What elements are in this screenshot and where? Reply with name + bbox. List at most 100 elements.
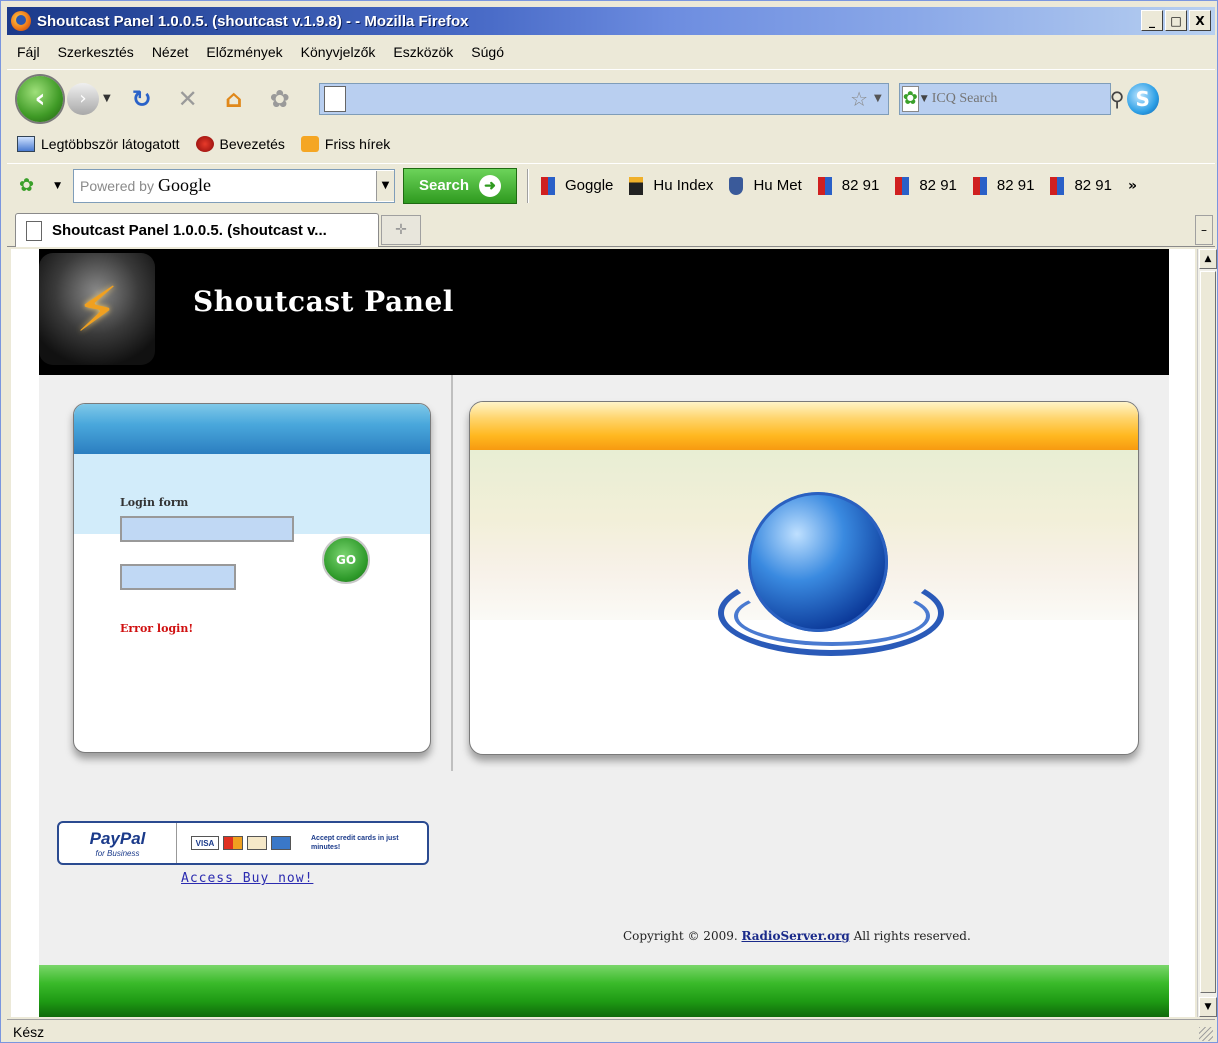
arrow-right-icon: ➜ bbox=[479, 174, 502, 197]
reload-icon[interactable]: ↻ bbox=[127, 84, 157, 114]
bookmark-icon bbox=[895, 176, 910, 195]
most-visited-icon bbox=[17, 136, 35, 152]
scroll-up-arrow-icon[interactable]: ▲ bbox=[1199, 249, 1217, 269]
bookmark-icon bbox=[541, 176, 556, 195]
toolbar-link-8291-1[interactable]: 82 91 bbox=[817, 176, 879, 195]
toolbar-link-goggle[interactable]: Goggle bbox=[541, 176, 613, 195]
shoutcast-logo: ⚡ bbox=[39, 253, 155, 365]
copyright-notice: Copyright © 2009. RadioServer.org All ri… bbox=[623, 929, 971, 943]
resize-grip-icon[interactable] bbox=[1199, 1027, 1213, 1041]
close-button[interactable]: X bbox=[1189, 10, 1211, 31]
toolbar-link-label: 82 91 bbox=[996, 177, 1035, 194]
page-viewport: ⚡ Shoutcast Panel Login form GO Error lo… bbox=[11, 249, 1195, 1017]
buy-now-link[interactable]: Access Buy now! bbox=[181, 871, 313, 886]
toolbar-link-label: Hu Index bbox=[653, 177, 714, 194]
url-dropdown-icon[interactable]: ▼ bbox=[874, 93, 882, 104]
bookmark-most-visited[interactable]: Legtöbbször látogatott bbox=[17, 136, 180, 152]
icq-search-box: ✿ ▼ ⚲ bbox=[898, 82, 1124, 115]
address-bar: ☆ ▼ bbox=[318, 82, 889, 115]
go-button[interactable]: GO bbox=[322, 536, 370, 584]
tab-list-button[interactable]: – bbox=[1195, 215, 1213, 245]
vertical-scrollbar[interactable]: ▲ ▼ bbox=[1197, 249, 1217, 1017]
login-error-message: Error login! bbox=[120, 622, 194, 635]
lightning-bolt-icon: ⚡ bbox=[75, 272, 119, 346]
forward-button[interactable]: › bbox=[67, 82, 99, 115]
site-title: Shoutcast Panel bbox=[193, 285, 454, 318]
username-input[interactable] bbox=[120, 516, 294, 542]
paypal-brand: PayPal bbox=[89, 828, 146, 848]
page-icon bbox=[323, 85, 346, 112]
toolbar-link-8291-2[interactable]: 82 91 bbox=[895, 176, 957, 195]
shoutcast-page: ⚡ Shoutcast Panel Login form GO Error lo… bbox=[39, 249, 1169, 1017]
status-bar: Kész bbox=[7, 1019, 1215, 1043]
menu-history[interactable]: Előzmények bbox=[206, 44, 282, 60]
toolbar-link-hu-index[interactable]: Hu Index bbox=[629, 176, 714, 195]
new-tab-button[interactable]: ✛ bbox=[381, 215, 421, 245]
browser-window: Shoutcast Panel 1.0.0.5. (shoutcast v.1.… bbox=[0, 0, 1218, 1043]
firefox-icon bbox=[195, 136, 214, 152]
icq-clover-icon[interactable]: ✿ bbox=[19, 175, 34, 196]
globe-icon bbox=[748, 492, 888, 632]
google-brand: Google bbox=[157, 175, 211, 195]
search-history-dropdown-icon[interactable]: ▼ bbox=[376, 170, 395, 201]
tab-label: Shoutcast Panel 1.0.0.5. (shoutcast v... bbox=[52, 222, 327, 239]
icq-search-input[interactable] bbox=[927, 85, 1110, 112]
menu-edit[interactable]: Szerkesztés bbox=[58, 44, 134, 60]
paypal-logo: PayPal for Business bbox=[59, 823, 177, 863]
login-panel-header bbox=[74, 404, 430, 454]
back-button[interactable]: ‹ bbox=[17, 75, 63, 122]
radioserver-link[interactable]: RadioServer.org bbox=[741, 929, 849, 943]
maximize-button[interactable]: □ bbox=[1165, 10, 1187, 31]
extension-icon[interactable]: ✿ bbox=[265, 84, 295, 114]
visa-card-icon: VISA bbox=[191, 836, 219, 850]
menu-bar: Fájl Szerkesztés Nézet Előzmények Könyvj… bbox=[7, 39, 1215, 65]
toolbar-link-8291-4[interactable]: 82 91 bbox=[1050, 176, 1112, 195]
toolbar-link-label: Hu Met bbox=[753, 177, 802, 194]
scroll-down-arrow-icon[interactable]: ▼ bbox=[1199, 997, 1217, 1017]
stop-icon[interactable]: ✕ bbox=[173, 84, 203, 114]
discover-card-icon bbox=[247, 836, 267, 850]
tab-strip: Shoutcast Panel 1.0.0.5. (shoutcast v...… bbox=[7, 211, 1215, 247]
copyright-prefix: Copyright © 2009. bbox=[623, 929, 738, 943]
minimize-button[interactable]: _ bbox=[1141, 10, 1163, 31]
firefox-logo-icon bbox=[11, 11, 31, 31]
menu-view[interactable]: Nézet bbox=[152, 44, 189, 60]
menu-tools[interactable]: Eszközök bbox=[393, 44, 453, 60]
google-search-field[interactable]: Powered by Google ▼ bbox=[73, 168, 396, 203]
bookmark-label: Friss hírek bbox=[324, 136, 391, 152]
rss-icon bbox=[300, 136, 319, 152]
toolbar-dropdown-icon[interactable]: ▼ bbox=[54, 181, 61, 191]
toolbar-link-8291-3[interactable]: 82 91 bbox=[972, 176, 1035, 195]
window-controls: _ □ X bbox=[1141, 10, 1211, 31]
search-icon[interactable]: ⚲ bbox=[1110, 87, 1125, 111]
welcome-panel bbox=[469, 401, 1139, 755]
icq-flower-icon[interactable]: ✿ bbox=[901, 85, 919, 112]
toolbar-link-hu-met[interactable]: Hu Met bbox=[729, 176, 802, 195]
more-links-chevron-icon[interactable]: » bbox=[1128, 178, 1137, 194]
bookmark-getting-started[interactable]: Bevezetés bbox=[195, 136, 285, 152]
scrollbar-thumb[interactable] bbox=[1200, 271, 1216, 993]
menu-bookmarks[interactable]: Könyvjelzők bbox=[301, 44, 376, 60]
google-search-button[interactable]: Search ➜ bbox=[403, 167, 518, 204]
skype-icon[interactable]: S bbox=[1126, 82, 1159, 115]
welcome-panel-header bbox=[470, 402, 1138, 450]
bookmark-latest-news[interactable]: Friss hírek bbox=[300, 136, 391, 152]
site-footer-bar bbox=[39, 965, 1169, 1017]
navigation-toolbar: ‹ › ▼ ↻ ✕ ⌂ ✿ ☆ ▼ ✿ ▼ ⚲ S bbox=[7, 69, 1215, 127]
paypal-badge[interactable]: PayPal for Business VISA Accept credit c… bbox=[57, 821, 429, 865]
bookmark-label: Legtöbbször látogatott bbox=[41, 136, 180, 152]
menu-help[interactable]: Súgó bbox=[471, 44, 504, 60]
history-dropdown-icon[interactable]: ▼ bbox=[103, 93, 111, 104]
tab-shoutcast-panel[interactable]: Shoutcast Panel 1.0.0.5. (shoutcast v... bbox=[15, 213, 379, 247]
menu-file[interactable]: Fájl bbox=[17, 44, 40, 60]
bookmark-icon bbox=[1050, 176, 1065, 195]
url-input[interactable] bbox=[345, 84, 851, 113]
login-form-label: Login form bbox=[120, 496, 189, 509]
toolbar-link-label: 82 91 bbox=[1074, 177, 1112, 194]
password-input[interactable] bbox=[120, 564, 236, 590]
paypal-accept-text: Accept credit cards in just minutes! bbox=[311, 835, 399, 851]
bookmark-star-icon[interactable]: ☆ bbox=[850, 87, 868, 111]
home-icon[interactable]: ⌂ bbox=[219, 84, 249, 114]
column-divider bbox=[451, 375, 453, 771]
search-engine-dropdown-icon[interactable]: ▼ bbox=[921, 94, 928, 104]
